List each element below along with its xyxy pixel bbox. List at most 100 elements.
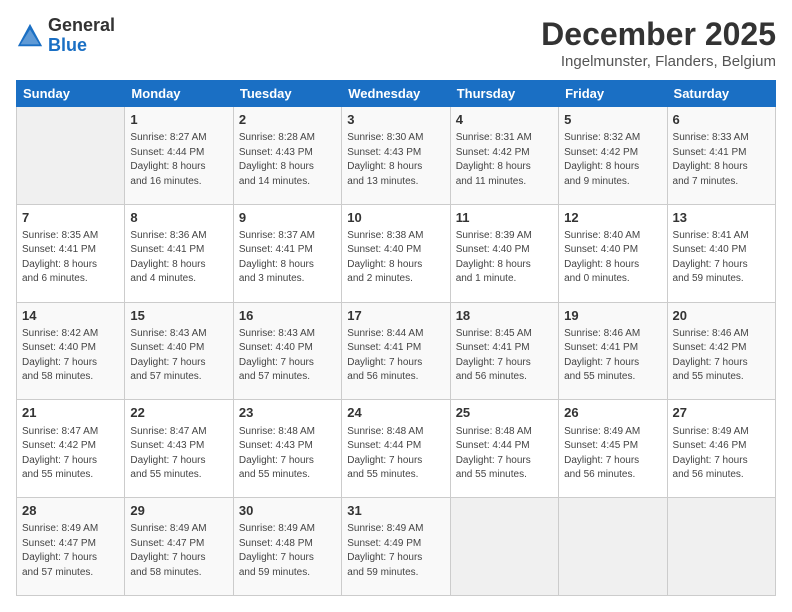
day-number: 22: [130, 404, 227, 422]
day-info: Sunrise: 8:35 AMSunset: 4:41 PMDaylight:…: [22, 229, 119, 287]
calendar-cell: 23Sunrise: 8:48 AMSunset: 4:43 PMDayligh…: [233, 400, 341, 498]
calendar-cell: 31Sunrise: 8:49 AMSunset: 4:49 PMDayligh…: [342, 498, 450, 596]
calendar-cell: 18 Sunrise: 8:45 AMSunset: 4:41 PMDayligh…: [450, 302, 558, 400]
calendar-week-row: 7 Sunrise: 8:35 AMSunset: 4:41 PMDaylight…: [17, 204, 776, 302]
logo-general: General: [48, 16, 115, 36]
day-info: Sunrise: 8:31 AMSunset: 4:42 PMDaylight:…: [456, 131, 553, 189]
day-info: Sunrise: 8:48 AMSunset: 4:44 PMDaylight:…: [456, 425, 553, 483]
day-number: 10: [347, 209, 444, 227]
day-info: Sunrise: 8:38 AMSunset: 4:40 PMDaylight:…: [347, 229, 444, 287]
calendar-cell: 14 Sunrise: 8:42 AMSunset: 4:40 PMDayligh…: [17, 302, 125, 400]
day-number: 3: [347, 111, 444, 129]
day-number: 6: [673, 111, 770, 129]
calendar-cell: 12Sunrise: 8:40 AMSunset: 4:40 PMDayligh…: [559, 204, 667, 302]
day-number: 29: [130, 502, 227, 520]
calendar-cell: 4 Sunrise: 8:31 AMSunset: 4:42 PMDaylight…: [450, 107, 558, 205]
calendar-week-row: 1 Sunrise: 8:27 AMSunset: 4:44 PMDaylight…: [17, 107, 776, 205]
logo: General Blue: [16, 16, 115, 56]
day-info: Sunrise: 8:44 AMSunset: 4:41 PMDaylight:…: [347, 327, 444, 385]
day-number: 4: [456, 111, 553, 129]
day-number: 9: [239, 209, 336, 227]
day-number: 5: [564, 111, 661, 129]
day-info: Sunrise: 8:49 AMSunset: 4:45 PMDaylight:…: [564, 425, 661, 483]
day-info: Sunrise: 8:49 AMSunset: 4:48 PMDaylight:…: [239, 522, 336, 580]
calendar-cell: 20Sunrise: 8:46 AMSunset: 4:42 PMDayligh…: [667, 302, 775, 400]
logo-icon: [16, 22, 44, 50]
day-number: 18: [456, 307, 553, 325]
page: General Blue December 2025 Ingelmunster,…: [0, 0, 792, 612]
day-info: Sunrise: 8:49 AMSunset: 4:46 PMDaylight:…: [673, 425, 770, 483]
day-number: 16: [239, 307, 336, 325]
calendar-cell: 8 Sunrise: 8:36 AMSunset: 4:41 PMDaylight…: [125, 204, 233, 302]
calendar-cell: 28Sunrise: 8:49 AMSunset: 4:47 PMDayligh…: [17, 498, 125, 596]
calendar-cell: 1 Sunrise: 8:27 AMSunset: 4:44 PMDaylight…: [125, 107, 233, 205]
weekday-header-row: SundayMondayTuesdayWednesdayThursdayFrid…: [17, 81, 776, 107]
day-info: Sunrise: 8:36 AMSunset: 4:41 PMDaylight:…: [130, 229, 227, 287]
calendar-table: SundayMondayTuesdayWednesdayThursdayFrid…: [16, 80, 776, 596]
calendar-cell: 11Sunrise: 8:39 AMSunset: 4:40 PMDayligh…: [450, 204, 558, 302]
calendar-cell: 7 Sunrise: 8:35 AMSunset: 4:41 PMDaylight…: [17, 204, 125, 302]
day-info: Sunrise: 8:39 AMSunset: 4:40 PMDaylight:…: [456, 229, 553, 287]
day-info: Sunrise: 8:46 AMSunset: 4:42 PMDaylight:…: [673, 327, 770, 385]
calendar-cell: 10 Sunrise: 8:38 AMSunset: 4:40 PMDayligh…: [342, 204, 450, 302]
calendar-cell: 24Sunrise: 8:48 AMSunset: 4:44 PMDayligh…: [342, 400, 450, 498]
header: General Blue December 2025 Ingelmunster,…: [16, 16, 776, 70]
calendar-cell: 3 Sunrise: 8:30 AMSunset: 4:43 PMDaylight…: [342, 107, 450, 205]
day-number: 27: [673, 404, 770, 422]
calendar-cell: 16 Sunrise: 8:43 AMSunset: 4:40 PMDayligh…: [233, 302, 341, 400]
day-number: 1: [130, 111, 227, 129]
day-number: 30: [239, 502, 336, 520]
day-info: Sunrise: 8:47 AMSunset: 4:43 PMDaylight:…: [130, 425, 227, 483]
calendar-cell: 25 Sunrise: 8:48 AMSunset: 4:44 PMDayligh…: [450, 400, 558, 498]
calendar-week-row: 21Sunrise: 8:47 AMSunset: 4:42 PMDayligh…: [17, 400, 776, 498]
calendar-cell: [450, 498, 558, 596]
calendar-cell: 30 Sunrise: 8:49 AMSunset: 4:48 PMDayligh…: [233, 498, 341, 596]
day-info: Sunrise: 8:41 AMSunset: 4:40 PMDaylight:…: [673, 229, 770, 287]
day-info: Sunrise: 8:45 AMSunset: 4:41 PMDaylight:…: [456, 327, 553, 385]
calendar-cell: 15 Sunrise: 8:43 AMSunset: 4:40 PMDayligh…: [125, 302, 233, 400]
day-info: Sunrise: 8:37 AMSunset: 4:41 PMDaylight:…: [239, 229, 336, 287]
day-info: Sunrise: 8:40 AMSunset: 4:40 PMDaylight:…: [564, 229, 661, 287]
calendar-cell: 13Sunrise: 8:41 AMSunset: 4:40 PMDayligh…: [667, 204, 775, 302]
day-info: Sunrise: 8:42 AMSunset: 4:40 PMDaylight:…: [22, 327, 119, 385]
day-number: 21: [22, 404, 119, 422]
day-number: 14: [22, 307, 119, 325]
day-info: Sunrise: 8:32 AMSunset: 4:42 PMDaylight:…: [564, 131, 661, 189]
day-number: 24: [347, 404, 444, 422]
logo-blue: Blue: [48, 36, 115, 56]
day-info: Sunrise: 8:49 AMSunset: 4:47 PMDaylight:…: [130, 522, 227, 580]
calendar-week-row: 14 Sunrise: 8:42 AMSunset: 4:40 PMDayligh…: [17, 302, 776, 400]
calendar-cell: 26 Sunrise: 8:49 AMSunset: 4:45 PMDayligh…: [559, 400, 667, 498]
calendar-cell: 19 Sunrise: 8:46 AMSunset: 4:41 PMDayligh…: [559, 302, 667, 400]
day-number: 26: [564, 404, 661, 422]
day-info: Sunrise: 8:30 AMSunset: 4:43 PMDaylight:…: [347, 131, 444, 189]
day-number: 28: [22, 502, 119, 520]
month-title: December 2025: [541, 16, 776, 53]
weekday-header-wednesday: Wednesday: [342, 81, 450, 107]
calendar-cell: [17, 107, 125, 205]
day-number: 25: [456, 404, 553, 422]
day-number: 15: [130, 307, 227, 325]
weekday-header-friday: Friday: [559, 81, 667, 107]
day-info: Sunrise: 8:43 AMSunset: 4:40 PMDaylight:…: [239, 327, 336, 385]
day-number: 2: [239, 111, 336, 129]
day-info: Sunrise: 8:28 AMSunset: 4:43 PMDaylight:…: [239, 131, 336, 189]
day-number: 31: [347, 502, 444, 520]
calendar-cell: [667, 498, 775, 596]
calendar-cell: 21Sunrise: 8:47 AMSunset: 4:42 PMDayligh…: [17, 400, 125, 498]
weekday-header-thursday: Thursday: [450, 81, 558, 107]
day-info: Sunrise: 8:33 AMSunset: 4:41 PMDaylight:…: [673, 131, 770, 189]
logo-text-block: General Blue: [48, 16, 115, 56]
weekday-header-sunday: Sunday: [17, 81, 125, 107]
day-number: 7: [22, 209, 119, 227]
title-block: December 2025 Ingelmunster, Flanders, Be…: [541, 16, 776, 70]
day-info: Sunrise: 8:48 AMSunset: 4:43 PMDaylight:…: [239, 425, 336, 483]
day-info: Sunrise: 8:43 AMSunset: 4:40 PMDaylight:…: [130, 327, 227, 385]
day-number: 19: [564, 307, 661, 325]
calendar-header: SundayMondayTuesdayWednesdayThursdayFrid…: [17, 81, 776, 107]
day-info: Sunrise: 8:27 AMSunset: 4:44 PMDaylight:…: [130, 131, 227, 189]
location-title: Ingelmunster, Flanders, Belgium: [541, 53, 776, 70]
day-info: Sunrise: 8:46 AMSunset: 4:41 PMDaylight:…: [564, 327, 661, 385]
calendar-cell: 5 Sunrise: 8:32 AMSunset: 4:42 PMDaylight…: [559, 107, 667, 205]
day-number: 8: [130, 209, 227, 227]
